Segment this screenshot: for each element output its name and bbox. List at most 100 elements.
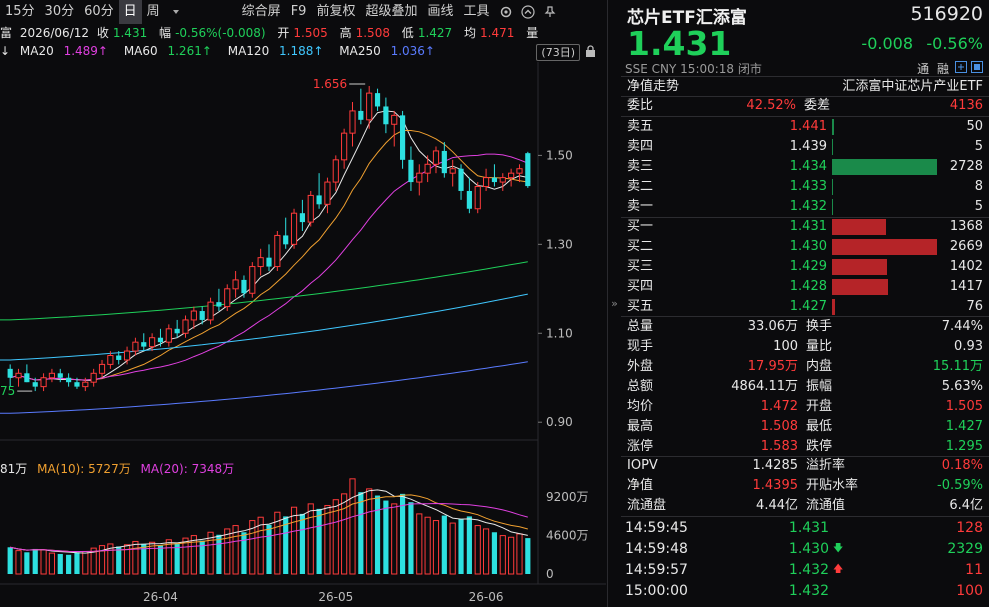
info-prefix: 富 <box>0 26 13 40</box>
period-15min[interactable]: 15分 <box>0 0 40 24</box>
order-row[interactable]: 买三 1.429 1402 <box>621 257 989 277</box>
volume-bar <box>82 550 89 575</box>
volume-bar <box>316 508 322 574</box>
stat-value: 5.63% <box>941 379 983 394</box>
lock-icon[interactable] <box>585 45 596 61</box>
stat-label: IOPV <box>627 458 658 473</box>
gear-icon[interactable] <box>495 0 517 24</box>
period-day[interactable]: 日 <box>118 0 142 24</box>
volume-bar <box>482 528 490 575</box>
period-week[interactable]: 周 <box>142 0 165 24</box>
order-volume: 1417 <box>949 279 983 294</box>
volume-ma20: MA(20): 7348万 <box>140 462 235 476</box>
tick-time: 14:59:45 <box>625 520 688 536</box>
ma120-label: MA120 <box>227 44 270 58</box>
candle-body <box>241 279 247 294</box>
candle-body <box>516 168 523 174</box>
order-row[interactable]: 买四 1.428 1417 <box>621 277 989 297</box>
ma20-value: 1.489↑ <box>63 44 108 58</box>
order-volume: 5 <box>974 139 983 154</box>
f9-button[interactable]: F9 <box>286 0 312 24</box>
candle-body <box>74 382 80 387</box>
nav-row[interactable]: 净值走势 汇添富中证芯片产业ETF <box>621 77 989 97</box>
order-volume-bar <box>832 199 833 215</box>
stat-value: 1.505 <box>945 399 983 414</box>
order-row[interactable]: 买二 1.430 2669 <box>621 237 989 257</box>
stat-label: 量比 <box>806 339 833 354</box>
candle-body <box>66 377 72 383</box>
period-60min[interactable]: 60分 <box>79 0 119 24</box>
chevron-up-circle-icon[interactable] <box>517 0 539 24</box>
dropdown-caret-icon[interactable] <box>165 0 187 24</box>
candle-body <box>123 350 131 361</box>
volume-bar <box>466 516 472 574</box>
stat-label: 外盘 <box>627 359 654 374</box>
candle-body <box>424 163 431 174</box>
volume-bar <box>499 535 506 575</box>
candle-body <box>216 302 222 307</box>
order-row[interactable]: 卖二 1.433 8 <box>621 177 989 197</box>
tick-volume: 2329 <box>947 541 983 557</box>
grid-box-icon[interactable] <box>971 61 983 77</box>
ma120-value: 1.188↑ <box>279 44 324 58</box>
volume-bar <box>132 540 139 575</box>
price-tick-label: 0.90 <box>546 415 573 429</box>
price-change-pct: -0.56% <box>926 34 983 53</box>
order-level-label: 买三 <box>627 259 654 274</box>
order-row[interactable]: 卖五 1.441 50 <box>621 117 989 137</box>
open-label: 开 <box>277 26 290 40</box>
pin-icon[interactable] <box>539 0 561 24</box>
change-label: 幅 <box>159 26 172 40</box>
stat-value: -0.59% <box>937 478 983 493</box>
low-value: 1.427 <box>417 26 453 40</box>
forward-adjust-button[interactable]: 前复权 <box>311 0 360 24</box>
security-code: 516920 <box>910 3 983 25</box>
candle-body <box>141 342 147 347</box>
tick-row: 15:00:00 1.432 100 <box>621 581 989 601</box>
currency: CNY <box>651 62 677 76</box>
plus-box-icon[interactable] <box>955 61 967 77</box>
order-row[interactable]: 买一 1.431 1368 <box>621 217 989 237</box>
stat-value: 0.18% <box>941 458 983 473</box>
stat-value: 1.427 <box>945 419 983 434</box>
close-value: 1.431 <box>112 26 148 40</box>
weicha-label: 委差 <box>804 98 831 113</box>
candle-body <box>391 114 398 125</box>
draw-line-button[interactable]: 画线 <box>422 0 458 24</box>
volume-bar <box>216 534 222 574</box>
days-range-pill[interactable]: (73日) <box>536 44 580 61</box>
volume-bar <box>7 547 13 574</box>
tick-row: 14:59:48 1.430 🡇 2329 <box>621 539 989 559</box>
stat-row: 总量 33.06万 换手 7.44% <box>621 317 989 337</box>
candle-body <box>324 181 331 205</box>
order-volume-bar <box>832 299 835 315</box>
period-30min[interactable]: 30分 <box>40 0 80 24</box>
order-volume-bar <box>832 259 887 275</box>
stat-value: 1.508 <box>760 419 798 434</box>
stat-label: 流通值 <box>806 498 846 513</box>
order-row[interactable]: 卖三 1.434 2728 <box>621 157 989 177</box>
tick-volume: 128 <box>956 520 983 536</box>
candle-body <box>266 257 272 267</box>
super-overlay-button[interactable]: 超级叠加 <box>360 0 422 24</box>
chevron-right-icon: » <box>611 297 618 310</box>
order-row[interactable]: 买五 1.427 76 <box>621 297 989 317</box>
order-row[interactable]: 卖四 1.439 5 <box>621 137 989 157</box>
max-price-label: 1.656 <box>313 77 347 91</box>
candle-body <box>499 177 506 183</box>
candle-body <box>232 279 239 290</box>
nav-trend-link[interactable]: 净值走势 <box>627 77 679 97</box>
panel-collapse-handle[interactable]: » <box>607 0 621 607</box>
candle-body <box>283 235 289 245</box>
composite-screen-button[interactable]: 综合屏 <box>237 0 286 24</box>
order-level-label: 买二 <box>627 239 654 254</box>
volume-bar <box>190 535 197 575</box>
order-volume-bar <box>832 279 888 295</box>
tools-button[interactable]: 工具 <box>458 0 494 24</box>
order-row[interactable]: 卖一 1.432 5 <box>621 197 989 217</box>
order-price: 1.429 <box>789 259 827 274</box>
volume-tick-label: 9200万 <box>546 490 589 504</box>
last-price: 1.431 <box>627 24 732 63</box>
volume-bar <box>383 500 389 574</box>
kline-chart[interactable]: 1.50 1.30 1.10 0.90 9200万 4600万 0 1.656 0.975 26-… <box>0 62 606 607</box>
